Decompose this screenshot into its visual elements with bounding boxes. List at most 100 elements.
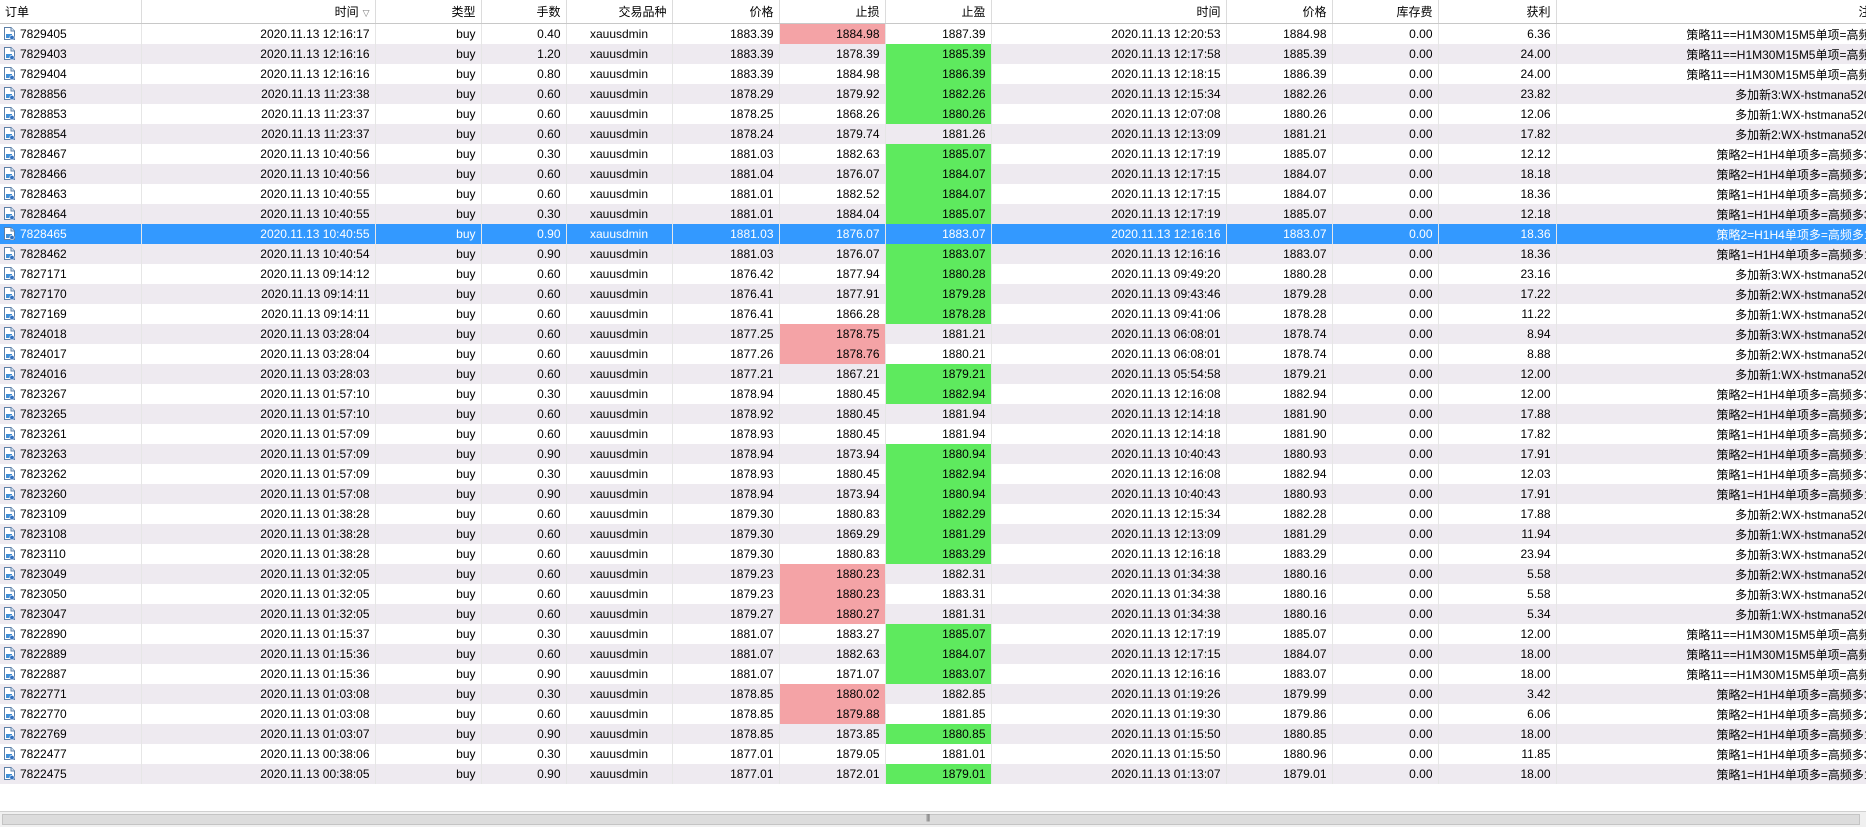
type-cell: buy (375, 464, 482, 484)
swap-cell: 0.00 (1332, 624, 1439, 644)
column-header-swap[interactable]: 库存费 (1332, 0, 1439, 24)
table-row[interactable]: 7823108 2020.11.13 01:38:28 buy 0.60 xauusdm… (0, 524, 1866, 544)
column-header-symbol[interactable]: 交易品种 (566, 0, 673, 24)
table-row[interactable]: 7822890 2020.11.13 01:15:37 buy 0.30 xauusdm… (0, 624, 1866, 644)
stop-loss-cell-text: 1883.27 (836, 627, 880, 641)
type-cell-text: buy (456, 727, 476, 741)
column-header-close-time[interactable]: 时间 (991, 0, 1227, 24)
open-price-cell-text: 1878.94 (730, 387, 774, 401)
column-header-take-profit[interactable]: 止盈 (885, 0, 992, 24)
close-time-cell-text: 2020.11.13 09:41:06 (1111, 307, 1221, 321)
take-profit-cell: 1879.21 (885, 364, 992, 384)
column-header-profit[interactable]: 获利 (1438, 0, 1557, 24)
document-icon (4, 347, 15, 361)
column-header-type[interactable]: 类型 (375, 0, 482, 24)
column-header-stop-loss[interactable]: 止损 (779, 0, 886, 24)
table-row[interactable]: 7823050 2020.11.13 01:32:05 buy 0.60 xauusdm… (0, 584, 1866, 604)
open-time-cell: 2020.11.13 01:15:37 (141, 624, 376, 644)
swap-cell: 0.00 (1332, 144, 1439, 164)
table-row[interactable]: 7822769 2020.11.13 01:03:07 buy 0.90 xauusdm… (0, 724, 1866, 744)
close-price-cell: 1882.94 (1226, 464, 1333, 484)
take-profit-cell: 1884.07 (885, 644, 992, 664)
close-price-cell-text: 1879.86 (1283, 707, 1327, 721)
open-time-cell-text: 2020.11.13 12:16:16 (260, 47, 370, 61)
table-row[interactable]: 7823265 2020.11.13 01:57:10 buy 0.60 xauusdm… (0, 404, 1866, 424)
open-time-cell: 2020.11.13 11:23:37 (141, 124, 376, 144)
table-row[interactable]: 7827171 2020.11.13 09:14:12 buy 0.60 xauusdm… (0, 264, 1866, 284)
stop-loss-cell: 1880.02 (779, 684, 886, 704)
table-row[interactable]: 7823261 2020.11.13 01:57:09 buy 0.60 xauusdm… (0, 424, 1866, 444)
column-header-open-time[interactable]: 时间 ▽ (141, 0, 376, 24)
table-row[interactable]: 7823047 2020.11.13 01:32:05 buy 0.60 xauusdm… (0, 604, 1866, 624)
close-time-cell: 2020.11.13 12:16:16 (991, 664, 1227, 684)
document-icon (4, 207, 15, 221)
column-header-comment[interactable]: 注 (1556, 0, 1866, 24)
open-price-cell: 1879.30 (672, 524, 780, 544)
table-row[interactable]: 7824017 2020.11.13 03:28:04 buy 0.60 xauusdm… (0, 344, 1866, 364)
close-price-cell-text: 1880.85 (1283, 727, 1327, 741)
table-row[interactable]: 7828856 2020.11.13 11:23:38 buy 0.60 xauusdm… (0, 84, 1866, 104)
table-row[interactable]: 7823049 2020.11.13 01:32:05 buy 0.60 xauusdm… (0, 564, 1866, 584)
table-row[interactable]: 7822887 2020.11.13 01:15:36 buy 0.90 xauusdm… (0, 664, 1866, 684)
table-row[interactable]: 7823110 2020.11.13 01:38:28 buy 0.60 xauusdm… (0, 544, 1866, 564)
table-row[interactable]: 7822771 2020.11.13 01:03:08 buy 0.30 xauusdm… (0, 684, 1866, 704)
profit-cell: 12.00 (1438, 384, 1557, 404)
column-header-volume[interactable]: 手数 (481, 0, 567, 24)
scrollbar-thumb[interactable] (2, 814, 1860, 825)
table-row[interactable]: 7822770 2020.11.13 01:03:08 buy 0.60 xauusdm… (0, 704, 1866, 724)
table-row[interactable]: 7823260 2020.11.13 01:57:08 buy 0.90 xauusdm… (0, 484, 1866, 504)
open-time-cell-text: 2020.11.13 11:23:37 (261, 127, 370, 141)
table-row[interactable]: 7824016 2020.11.13 03:28:03 buy 0.60 xauusdm… (0, 364, 1866, 384)
table-row[interactable]: 7828853 2020.11.13 11:23:37 buy 0.60 xauusdm… (0, 104, 1866, 124)
table-row[interactable]: 7828467 2020.11.13 10:40:56 buy 0.30 xauusdm… (0, 144, 1866, 164)
table-row[interactable]: 7828463 2020.11.13 10:40:55 buy 0.60 xauusdm… (0, 184, 1866, 204)
table-row[interactable]: 7822889 2020.11.13 01:15:36 buy 0.60 xauusdm… (0, 644, 1866, 664)
stop-loss-cell: 1880.45 (779, 384, 886, 404)
stop-loss-cell: 1879.74 (779, 124, 886, 144)
table-row[interactable]: 7829404 2020.11.13 12:16:16 buy 0.80 xauusdm… (0, 64, 1866, 84)
table-row[interactable]: 7827170 2020.11.13 09:14:11 buy 0.60 xauusdm… (0, 284, 1866, 304)
close-time-cell-text: 2020.11.13 12:15:34 (1111, 507, 1221, 521)
open-time-cell-text: 2020.11.13 10:40:55 (260, 207, 370, 221)
column-header-close-price[interactable]: 价格 (1226, 0, 1333, 24)
table-row[interactable]: 7828464 2020.11.13 10:40:55 buy 0.30 xauusdm… (0, 204, 1866, 224)
document-icon (4, 547, 15, 561)
table-row[interactable]: 7823109 2020.11.13 01:38:28 buy 0.60 xauusdm… (0, 504, 1866, 524)
stop-loss-cell: 1879.05 (779, 744, 886, 764)
table-row-selected[interactable]: 7828465 2020.11.13 10:40:55 buy 0.90 xauusdm… (0, 224, 1866, 244)
stop-loss-cell-text: 1882.63 (836, 647, 880, 661)
order-cell: 7823110 (0, 544, 142, 564)
table-row[interactable]: 7823262 2020.11.13 01:57:09 buy 0.30 xauusdm… (0, 464, 1866, 484)
volume-cell-text: 0.80 (537, 67, 561, 81)
symbol-cell-text: xauusdmin (589, 767, 649, 781)
document-icon (4, 767, 15, 781)
close-time-cell-text: 2020.11.13 12:14:18 (1111, 407, 1221, 421)
table-row[interactable]: 7822477 2020.11.13 00:38:06 buy 0.30 xauusdm… (0, 744, 1866, 764)
type-cell-text: buy (456, 127, 476, 141)
type-cell-text: buy (456, 367, 476, 381)
table-row[interactable]: 7827169 2020.11.13 09:14:11 buy 0.60 xauusdm… (0, 304, 1866, 324)
sort-arrow-icon[interactable]: ▽ (363, 8, 370, 18)
table-row[interactable]: 7824018 2020.11.13 03:28:04 buy 0.60 xauusdm… (0, 324, 1866, 344)
take-profit-cell: 1883.31 (885, 584, 992, 604)
symbol-cell: xauusdmin (566, 404, 673, 424)
volume-cell-text: 0.90 (537, 667, 561, 681)
table-row[interactable]: 7823263 2020.11.13 01:57:09 buy 0.90 xauusdm… (0, 444, 1866, 464)
table-row[interactable]: 7822475 2020.11.13 00:38:05 buy 0.90 xauusdm… (0, 764, 1866, 784)
table-row[interactable]: 7823267 2020.11.13 01:57:10 buy 0.30 xauusdm… (0, 384, 1866, 404)
stop-loss-cell-text: 1884.98 (836, 27, 880, 41)
horizontal-scrollbar[interactable]: ||| (0, 811, 1866, 827)
comment-cell: 策略2=H1H4单项多=高频多3 (1556, 684, 1866, 704)
table-row[interactable]: 7829405 2020.11.13 12:16:17 buy 0.40 xauusdm… (0, 23, 1866, 44)
order-cell: 7822890 (0, 624, 142, 644)
type-cell: buy (375, 524, 482, 544)
table-row[interactable]: 7828466 2020.11.13 10:40:56 buy 0.60 xauusdm… (0, 164, 1866, 184)
document-icon (4, 467, 15, 481)
table-row[interactable]: 7828854 2020.11.13 11:23:37 buy 0.60 xauusdm… (0, 124, 1866, 144)
table-row[interactable]: 7829403 2020.11.13 12:16:16 buy 1.20 xauusdm… (0, 44, 1866, 64)
column-header-open-price[interactable]: 价格 (672, 0, 780, 24)
column-header-order[interactable]: 订单 (0, 0, 142, 24)
symbol-cell-text: xauusdmin (589, 227, 649, 241)
type-cell-text: buy (456, 687, 476, 701)
table-row[interactable]: 7828462 2020.11.13 10:40:54 buy 0.90 xauusdm… (0, 244, 1866, 264)
